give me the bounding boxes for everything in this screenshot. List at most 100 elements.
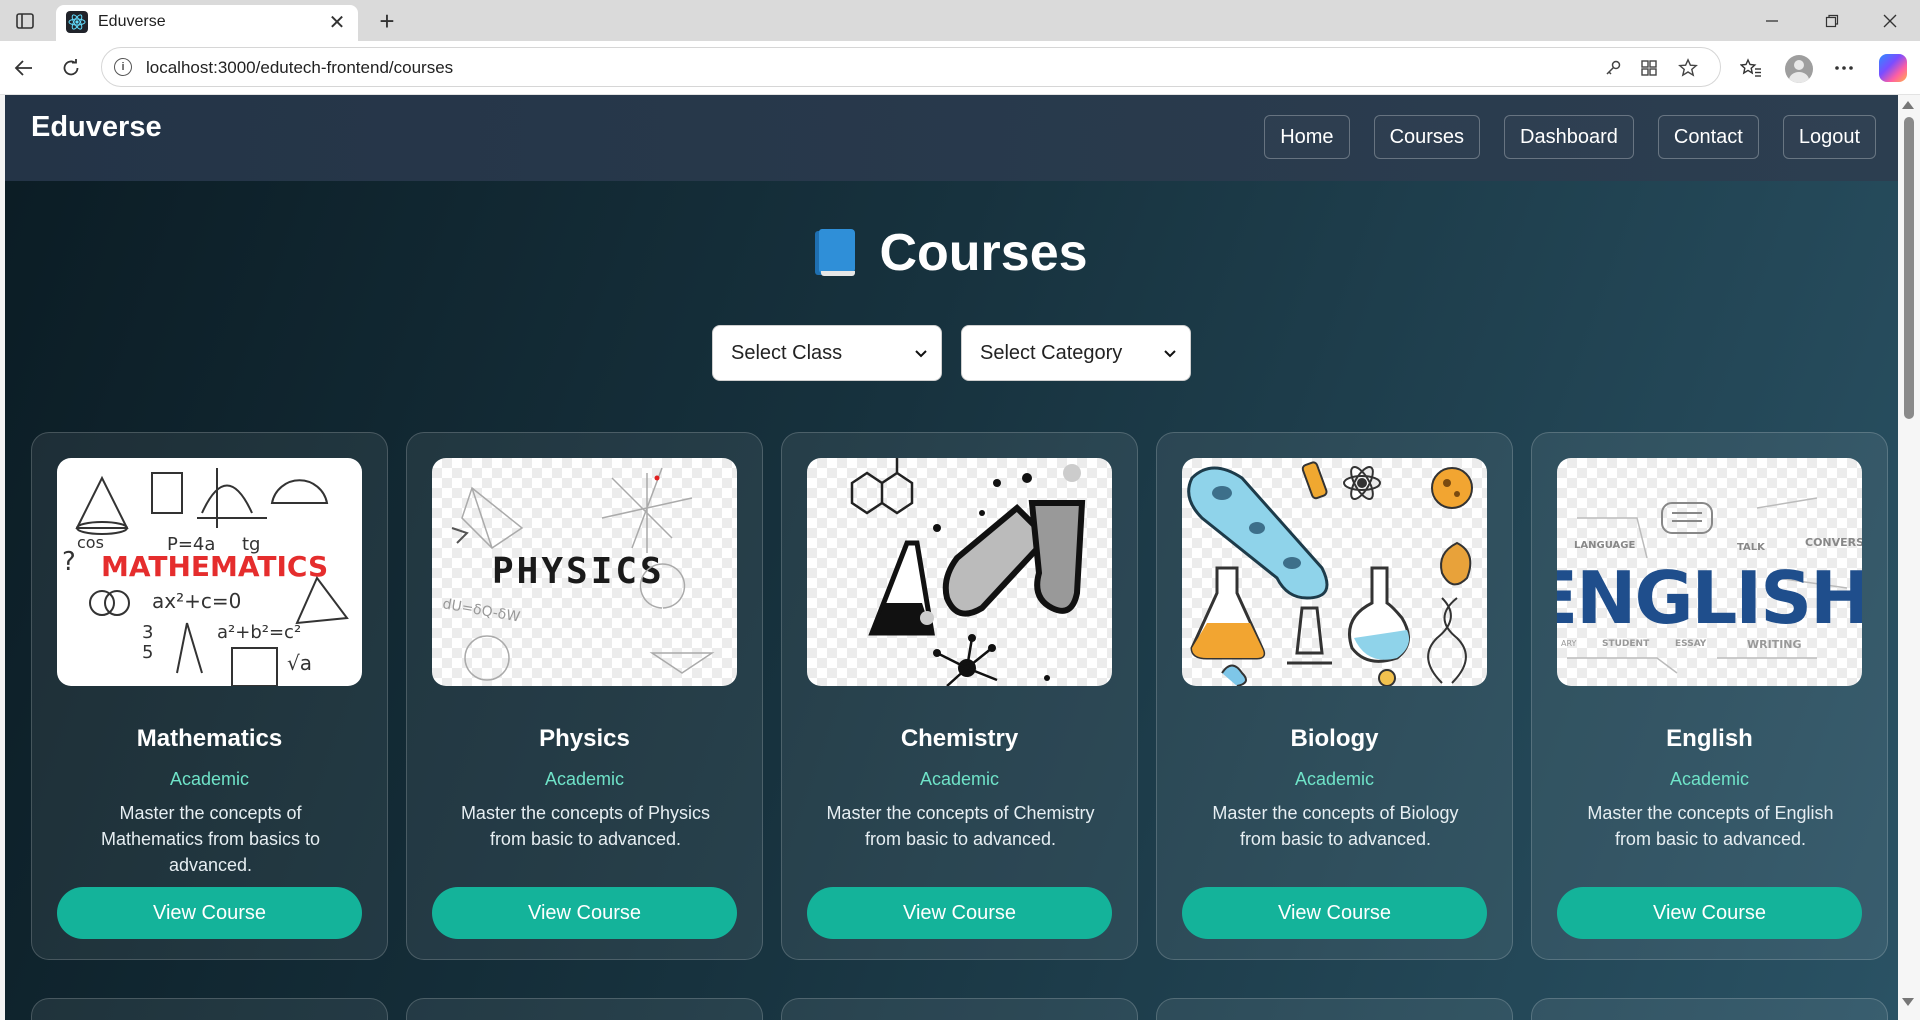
scroll-down-arrow-icon[interactable] (1902, 998, 1914, 1006)
view-course-button[interactable]: View Course (57, 887, 362, 939)
physics-thumbnail: PHYSICS dU=δQ-δW (432, 458, 737, 686)
course-description: Master the concepts of Chemistry from ba… (826, 803, 1095, 849)
reload-icon[interactable] (57, 54, 85, 82)
react-favicon-icon (66, 11, 88, 33)
svg-text:5: 5 (142, 642, 153, 663)
chevron-down-icon (911, 344, 931, 364)
svg-text:LANGUAGE: LANGUAGE (1574, 540, 1635, 551)
course-card (406, 998, 763, 1020)
star-favorite-icon[interactable] (1677, 57, 1699, 79)
chevron-down-icon (1160, 344, 1180, 364)
course-grid: cos P=4a tg ? MATHEMATICS ax²+c=0 3 5 a²… (31, 432, 1888, 960)
nav-dashboard[interactable]: Dashboard (1504, 115, 1634, 159)
favorites-icon[interactable] (1737, 54, 1765, 82)
svg-text:ESSAY: ESSAY (1675, 639, 1707, 649)
blue-book-icon (815, 229, 856, 277)
svg-text:PHYSICS: PHYSICS (492, 551, 665, 592)
view-course-button[interactable]: View Course (1182, 887, 1487, 939)
nav-contact[interactable]: Contact (1657, 115, 1759, 159)
svg-text:MATHEMATICS: MATHEMATICS (101, 550, 328, 583)
chemistry-thumbnail (807, 458, 1112, 686)
course-category: Academic (169, 769, 250, 789)
tab-close-icon[interactable]: ✕ (324, 9, 350, 35)
filters-row: Select Class Select Category (5, 325, 1898, 381)
math-doodles-image: cos P=4a tg ? MATHEMATICS ax²+c=0 3 5 a²… (62, 468, 349, 686)
class-select[interactable]: Select Class (712, 325, 942, 381)
course-title: Chemistry (900, 725, 1019, 752)
address-bar-row: i localhost:3000/edutech-frontend/course… (0, 41, 1920, 95)
svg-text:√a: √a (287, 651, 312, 675)
course-card (1156, 998, 1513, 1020)
svg-text:?: ? (62, 547, 76, 577)
course-card-chemistry: Chemistry Academic Master the concepts o… (781, 432, 1138, 960)
view-course-button[interactable]: View Course (1557, 887, 1862, 939)
copilot-icon[interactable] (1879, 54, 1907, 82)
page-scrollbar[interactable] (1898, 95, 1920, 1020)
tab-title: Eduverse (98, 13, 166, 30)
more-options-icon[interactable] (1830, 54, 1858, 82)
sidebar-toggle-icon[interactable] (12, 9, 38, 33)
svg-text:CONVERSATI: CONVERSATI (1805, 536, 1862, 549)
course-category: Academic (1294, 769, 1375, 789)
back-arrow-icon[interactable] (10, 54, 38, 82)
nav-logout[interactable]: Logout (1782, 115, 1876, 159)
course-card-english: LANGUAGE TALK CONVERSATI ENGLISH STUDENT… (1531, 432, 1888, 960)
view-course-button[interactable]: View Course (432, 887, 737, 939)
svg-text:ARY: ARY (1561, 639, 1577, 648)
course-description: Master the concepts of English from basi… (1587, 803, 1834, 849)
svg-text:dU=δQ-δW: dU=δQ-δW (441, 596, 521, 625)
apps-icon[interactable] (1638, 57, 1660, 79)
course-category: Academic (1669, 769, 1750, 789)
course-card-mathematics: cos P=4a tg ? MATHEMATICS ax²+c=0 3 5 a²… (31, 432, 388, 960)
svg-text:ENGLISH: ENGLISH (1557, 556, 1862, 640)
course-card-physics: PHYSICS dU=δQ-δW Physics Academic Master… (406, 432, 763, 960)
nav-courses[interactable]: Courses (1373, 115, 1481, 159)
course-description: Master the concepts of Physics from basi… (460, 803, 711, 849)
key-icon[interactable] (1602, 57, 1624, 79)
svg-text:WRITING: WRITING (1747, 638, 1802, 651)
course-card (1531, 998, 1888, 1020)
minimize-icon[interactable] (1752, 6, 1792, 36)
mathematics-thumbnail: cos P=4a tg ? MATHEMATICS ax²+c=0 3 5 a²… (57, 458, 362, 686)
svg-text:a²+b²=c²: a²+b²=c² (217, 622, 301, 643)
brand-logo[interactable]: Eduverse (31, 111, 162, 144)
category-select-value: Select Category (980, 341, 1123, 364)
page-title-row: Courses (5, 223, 1898, 283)
page-viewport: Eduverse Home Courses Dashboard Contact … (5, 95, 1898, 1020)
view-course-button[interactable]: View Course (807, 887, 1112, 939)
browser-tab-bar: Eduverse ✕ + (0, 0, 1920, 41)
category-select[interactable]: Select Category (961, 325, 1191, 381)
course-title: Biology (1290, 725, 1379, 752)
course-card-biology: Biology Academic Master the concepts of … (1156, 432, 1513, 960)
svg-text:cos: cos (77, 533, 104, 552)
browser-tab-active[interactable]: Eduverse ✕ (56, 5, 358, 41)
nav-home[interactable]: Home (1264, 115, 1350, 159)
chemistry-flasks-image (850, 458, 1086, 686)
scroll-up-arrow-icon[interactable] (1902, 101, 1914, 109)
new-tab-icon[interactable]: + (372, 6, 402, 36)
class-select-value: Select Class (731, 341, 843, 364)
svg-text:ax²+c=0: ax²+c=0 (152, 589, 241, 613)
window-close-icon[interactable] (1870, 6, 1910, 36)
restore-icon[interactable] (1812, 6, 1852, 36)
svg-text:3: 3 (142, 622, 153, 643)
course-description: Master the concepts of Mathematics from … (100, 803, 321, 875)
course-grid-next-row (31, 998, 1888, 1020)
physics-doodles-image: PHYSICS dU=δQ-δW (441, 467, 715, 681)
url-bar[interactable]: i localhost:3000/edutech-frontend/course… (101, 47, 1721, 87)
svg-text:TALK: TALK (1737, 542, 1766, 553)
scrollbar-thumb[interactable] (1904, 117, 1914, 419)
english-word-cloud-image: LANGUAGE TALK CONVERSATI ENGLISH STUDENT… (1557, 497, 1862, 674)
course-title: Physics (539, 725, 630, 752)
course-title: English (1666, 725, 1753, 752)
main-nav: Home Courses Dashboard Contact Logout (1264, 115, 1876, 159)
page-title: Courses (879, 224, 1088, 282)
course-category: Academic (544, 769, 625, 789)
profile-avatar[interactable] (1785, 55, 1813, 83)
biology-thumbnail (1182, 458, 1487, 686)
url-text[interactable]: localhost:3000/edutech-frontend/courses (146, 58, 453, 78)
site-info-icon[interactable]: i (114, 58, 132, 76)
course-category: Academic (919, 769, 1000, 789)
site-header: Eduverse Home Courses Dashboard Contact … (5, 95, 1898, 181)
course-description: Master the concepts of Biology from basi… (1212, 803, 1459, 849)
